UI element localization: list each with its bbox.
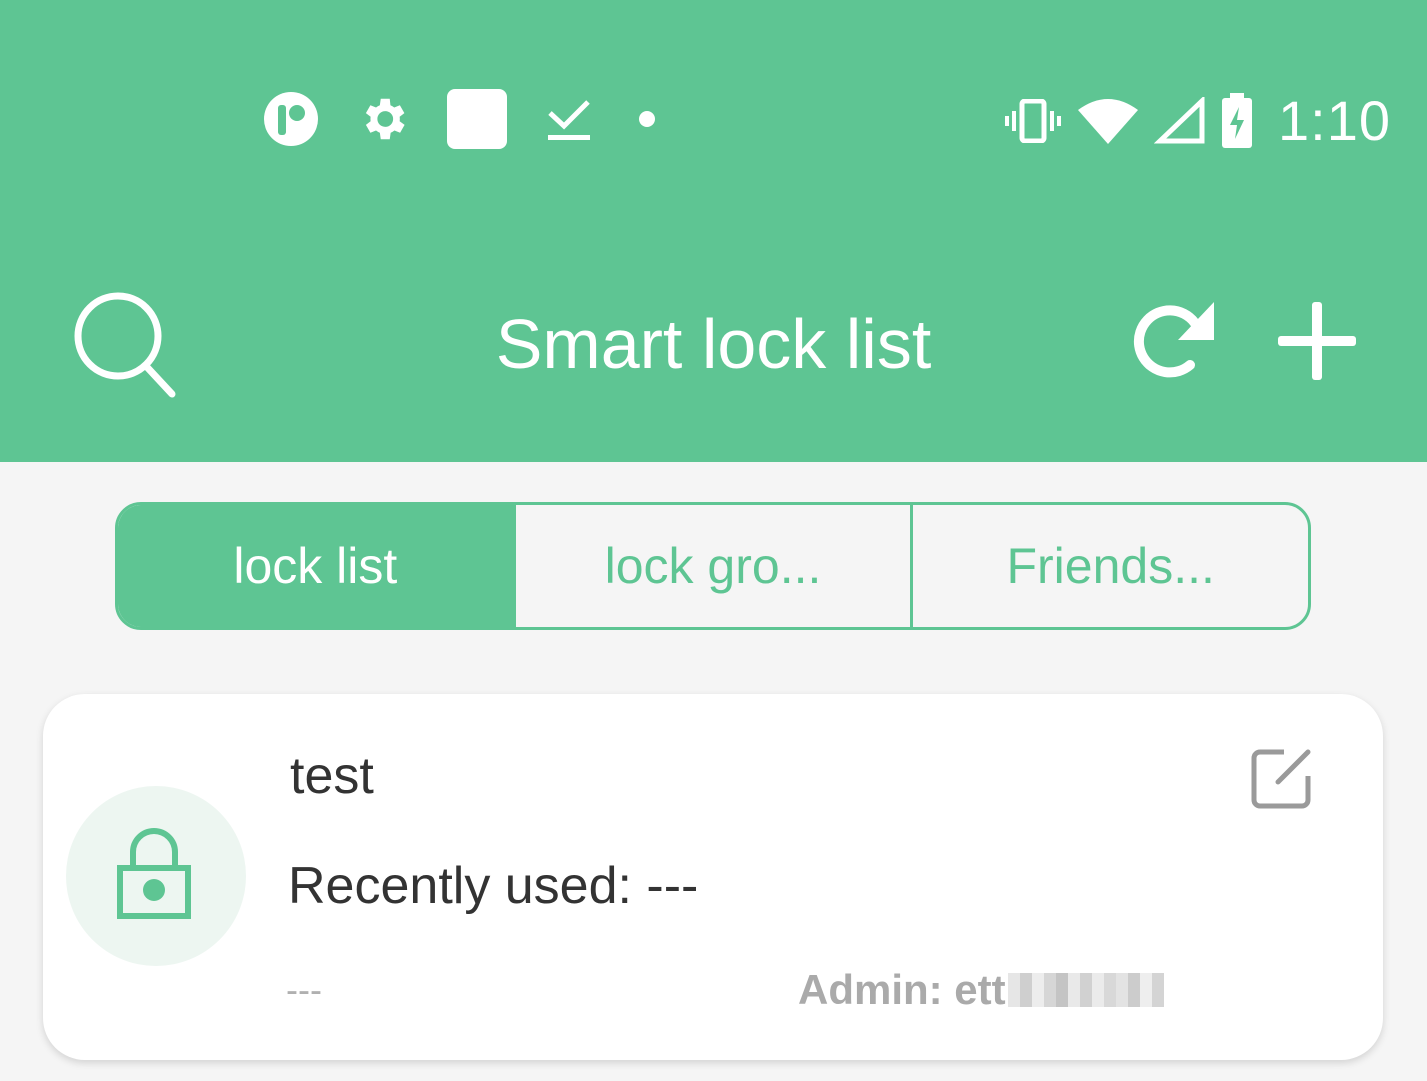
battery-charging-icon bbox=[1222, 92, 1252, 148]
segmented-tabs: lock list lock gro... Friends... bbox=[115, 502, 1311, 630]
square-notification-icon bbox=[447, 89, 507, 149]
admin-text: Admin: ett bbox=[798, 966, 1006, 1013]
refresh-icon[interactable] bbox=[1130, 298, 1216, 384]
redacted-name-mosaic bbox=[1007, 973, 1164, 1007]
app-bar: Smart lock list bbox=[0, 280, 1427, 410]
settings-gear-icon bbox=[365, 98, 405, 140]
tab-friends[interactable]: Friends... bbox=[910, 505, 1308, 627]
tab-lock-list[interactable]: lock list bbox=[118, 505, 513, 627]
lock-name: test bbox=[290, 747, 374, 805]
lock-date-text: --- bbox=[286, 969, 322, 1010]
recently-used-text: Recently used: --- bbox=[288, 857, 699, 915]
admin-row: Admin: ett bbox=[798, 966, 1164, 1014]
status-bar-system: 1:10 bbox=[1004, 88, 1391, 153]
tab-lock-groups[interactable]: lock gro... bbox=[512, 505, 911, 627]
lock-avatar bbox=[66, 786, 246, 966]
status-bar: 1:10 bbox=[0, 80, 1427, 160]
dot-icon bbox=[639, 111, 655, 127]
app-notification-icon bbox=[264, 92, 318, 146]
add-icon[interactable] bbox=[1276, 300, 1358, 382]
wifi-icon bbox=[1078, 98, 1138, 144]
cellular-signal-icon bbox=[1154, 96, 1205, 143]
edit-icon[interactable] bbox=[1248, 746, 1314, 812]
status-clock: 1:10 bbox=[1278, 89, 1391, 152]
header-bar: 1:10 Smart lock list bbox=[0, 0, 1427, 462]
vibrate-icon bbox=[1005, 98, 1061, 143]
lock-card[interactable]: test Recently used: --- --- Admin: ett bbox=[43, 694, 1383, 1060]
status-bar-notifications bbox=[262, 88, 662, 150]
download-done-icon bbox=[548, 100, 590, 140]
padlock-icon bbox=[117, 828, 191, 919]
